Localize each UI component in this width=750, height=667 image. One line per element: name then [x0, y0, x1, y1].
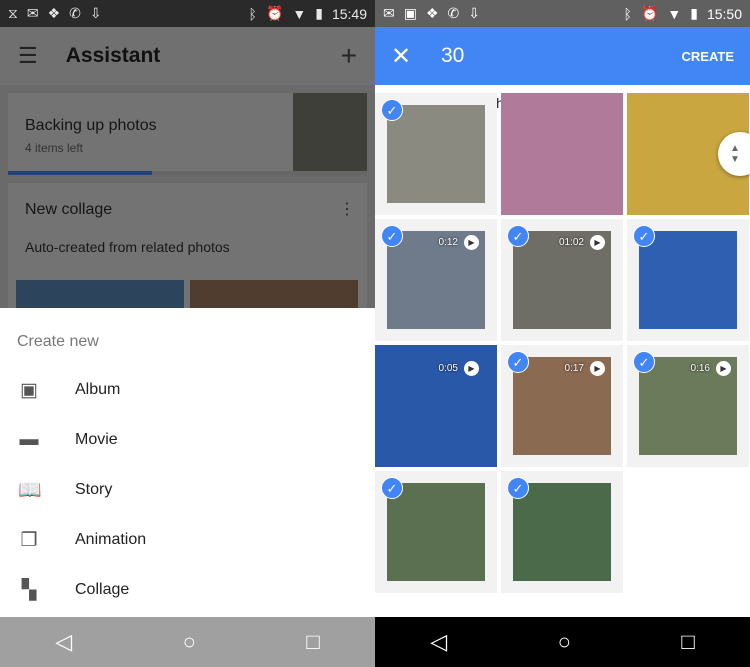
recents-icon[interactable]: □ [681, 629, 694, 655]
close-icon[interactable]: ✕ [391, 42, 441, 71]
photo-tile[interactable] [501, 93, 623, 215]
play-icon: ▶ [590, 361, 605, 376]
photo-tile[interactable]: ✓ [375, 471, 497, 593]
dropbox-icon: ❖ [425, 5, 439, 21]
backup-thumbnail [293, 93, 367, 175]
nav-bar: ◁ ○ □ [375, 617, 750, 667]
create-animation-item[interactable]: ❐ Animation [0, 515, 375, 565]
download-icon: ⇩ [89, 5, 102, 21]
check-icon[interactable]: ✓ [381, 225, 403, 247]
item-label: Album [75, 381, 121, 398]
wifi-icon: ▼ [667, 5, 682, 22]
play-icon: ▶ [716, 361, 731, 376]
create-button[interactable]: CREATE [682, 49, 734, 64]
check-icon[interactable]: ✓ [633, 351, 655, 373]
photo-tile[interactable]: ✓ [627, 219, 749, 341]
video-duration: 0:16 ▶ [691, 361, 731, 376]
clock: 15:50 [706, 5, 742, 22]
page-title: Assistant [65, 44, 161, 67]
create-movie-item[interactable]: ▬ Movie [0, 415, 375, 465]
gmail-icon: ✉ [383, 5, 395, 21]
check-icon[interactable]: ✓ [507, 351, 529, 373]
collage-card[interactable]: New collage ⋮ Auto-created from related … [8, 183, 367, 323]
photo-thumbnail [387, 483, 485, 581]
photo-picker-screen: ✉▣❖✆⇩ ᛒ⏰▼▮15:50 ✕ 30 CREATE Select up to… [375, 0, 750, 667]
more-icon[interactable]: ⋮ [339, 199, 355, 219]
photo-tile[interactable]: ✓ 0:17 ▶ [501, 345, 623, 467]
status-bar: ✉ ▣ ❖ ✆ ⇩ ᛒ ⏰ ▼ ▮ 15:50 [375, 0, 750, 27]
battery-icon: ▮ [690, 5, 698, 21]
menu-icon[interactable]: ☰ [18, 43, 38, 69]
create-collage-item[interactable]: ▚ Collage [0, 565, 375, 615]
photo-thumbnail [513, 483, 611, 581]
clock: 15:49 [331, 5, 367, 22]
collage-icon: ▚ [21, 579, 37, 601]
home-icon[interactable]: ○ [558, 629, 571, 655]
bluetooth-icon: ᛒ [248, 5, 257, 22]
notification-icon: ⧖ [8, 5, 18, 21]
photo-thumbnail [387, 105, 485, 203]
photo-tile[interactable]: 0:05 ▶ [375, 345, 497, 467]
movie-icon: ▬ [19, 429, 39, 450]
collage-subtitle: Auto-created from related photos [25, 239, 230, 255]
recents-icon[interactable]: □ [306, 629, 319, 655]
status-bar: ⧖ ✉ ❖ ✆ ⇩ ᛒ ⏰ ▼ ▮ 15:49 [0, 0, 375, 27]
back-icon[interactable]: ◁ [430, 629, 447, 655]
item-label: Story [75, 481, 113, 498]
story-icon: 📖 [18, 480, 42, 501]
check-icon[interactable]: ✓ [507, 477, 529, 499]
download-icon: ⇩ [468, 5, 480, 21]
animation-icon: ❐ [20, 529, 38, 551]
add-icon[interactable]: + [341, 40, 357, 72]
album-icon: ▣ [20, 379, 38, 401]
back-icon[interactable]: ◁ [55, 629, 72, 655]
play-icon: ▶ [590, 235, 605, 250]
alarm-icon: ⏰ [265, 5, 284, 21]
photo-tile[interactable]: ✓ [501, 471, 623, 593]
photo-tile[interactable]: ✓ 0:12 ▶ [375, 219, 497, 341]
home-icon[interactable]: ○ [183, 629, 196, 655]
photo-thumbnail [639, 231, 737, 329]
item-label: Collage [75, 581, 130, 598]
selected-count: 30 [441, 44, 465, 67]
bluetooth-icon: ᛒ [623, 5, 632, 22]
create-new-sheet: Create new ▣ Album ▬ Movie 📖 Story ❐ Animation ▚… [0, 308, 375, 617]
create-story-item[interactable]: 📖 Story [0, 465, 375, 515]
video-duration: 0:05 ▶ [439, 361, 479, 376]
dropbox-icon: ❖ [47, 5, 61, 21]
check-icon[interactable]: ✓ [381, 477, 403, 499]
video-duration: 0:17 ▶ [565, 361, 605, 376]
battery-icon: ▮ [315, 5, 323, 21]
video-duration: 01:02 ▶ [559, 235, 605, 250]
toolbar: ☰ Assistant + [0, 27, 375, 85]
gmail-icon: ✉ [26, 5, 39, 21]
selection-toolbar: ✕ 30 CREATE [375, 27, 750, 85]
check-icon[interactable]: ✓ [381, 99, 403, 121]
photo-tile[interactable]: ✓ [375, 93, 497, 215]
nav-bar: ◁ ○ □ [0, 617, 375, 667]
play-icon: ▶ [464, 361, 479, 376]
create-album-item[interactable]: ▣ Album [0, 365, 375, 415]
backup-progress [8, 171, 367, 175]
check-icon[interactable]: ✓ [507, 225, 529, 247]
photo-tile[interactable]: ✓ 01:02 ▶ [501, 219, 623, 341]
play-icon: ▶ [464, 235, 479, 250]
wifi-icon: ▼ [292, 5, 307, 22]
backup-card[interactable]: Backing up photos 4 items left [8, 93, 367, 175]
image-icon: ▣ [403, 5, 417, 21]
phone-icon: ✆ [69, 5, 81, 21]
photo-thumbnail [501, 93, 623, 215]
item-label: Movie [75, 431, 118, 448]
video-duration: 0:12 ▶ [439, 235, 479, 250]
collage-title: New collage [25, 201, 113, 218]
phone-icon: ✆ [447, 5, 460, 21]
alarm-icon: ⏰ [640, 5, 659, 21]
item-label: Animation [75, 531, 147, 548]
photo-tile[interactable]: ✓ 0:16 ▶ [627, 345, 749, 467]
assistant-screen: ⧖ ✉ ❖ ✆ ⇩ ᛒ ⏰ ▼ ▮ 15:49 ☰ Assistant + Backing up… [0, 0, 375, 667]
check-icon[interactable]: ✓ [633, 225, 655, 247]
sheet-header: Create new [17, 333, 99, 350]
